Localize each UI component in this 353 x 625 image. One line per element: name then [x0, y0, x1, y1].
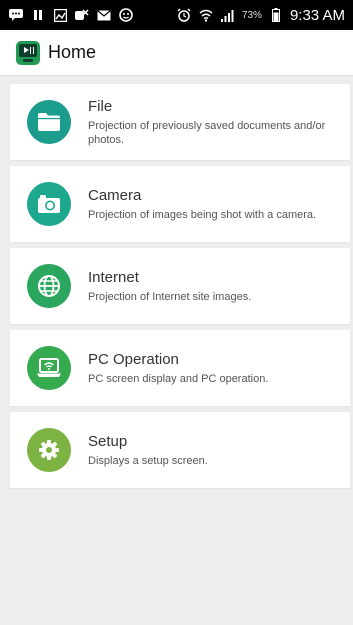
menu-title-pc-operation: PC Operation	[88, 350, 179, 368]
globe-icon	[27, 264, 71, 308]
home-menu: File Projection of previously saved docu…	[10, 84, 350, 494]
message-icon	[8, 7, 24, 23]
menu-desc-camera: Projection of images being shot with a c…	[88, 208, 317, 221]
laptop-wifi-icon	[27, 346, 71, 390]
battery-icon	[268, 7, 284, 23]
menu-desc-internet: Projection of Internet site images.	[88, 290, 252, 303]
signal-icon	[220, 7, 236, 23]
menu-title-internet: Internet	[88, 268, 139, 286]
menu-text-pc-operation: PC Operation PC screen display and PC op…	[88, 351, 350, 386]
camera-icon	[27, 182, 71, 226]
menu-item-file[interactable]: File Projection of previously saved docu…	[10, 84, 350, 161]
clock: 9:33 AM	[289, 6, 345, 24]
menu-text-camera: Camera Projection of images being shot w…	[88, 187, 350, 222]
menu-title-file: File	[88, 97, 113, 115]
gear-icon	[27, 428, 71, 472]
menu-item-pc-operation[interactable]: PC Operation PC screen display and PC op…	[10, 330, 350, 407]
page-title: Home	[48, 42, 97, 62]
menu-item-camera[interactable]: Camera Projection of images being shot w…	[10, 166, 350, 243]
face-icon	[118, 7, 134, 23]
status-bar: 73% 9:33 AM	[0, 0, 353, 30]
menu-title-setup: Setup	[88, 432, 128, 450]
status-right-icons: 73% 9:33 AM	[176, 7, 345, 24]
gallery-icon	[52, 7, 68, 23]
menu-title-camera: Camera	[88, 186, 142, 204]
wifi-icon	[198, 7, 214, 23]
menu-text-file: File Projection of previously saved docu…	[88, 98, 350, 147]
menu-text-setup: Setup Displays a setup screen.	[88, 433, 350, 468]
missed-call-icon	[74, 7, 90, 23]
folder-icon	[27, 100, 71, 144]
menu-item-setup[interactable]: Setup Displays a setup screen.	[10, 412, 350, 489]
menu-desc-file: Projection of previously saved documents…	[88, 119, 326, 146]
alarm-icon	[176, 7, 192, 23]
menu-text-internet: Internet Projection of Internet site ima…	[88, 269, 350, 304]
projector-app-icon	[16, 40, 40, 65]
pause-icon	[30, 7, 46, 23]
menu-desc-pc-operation: PC screen display and PC operation.	[88, 372, 269, 385]
mail-icon	[96, 7, 112, 23]
battery-percent: 73%	[241, 9, 262, 21]
status-left-icons	[8, 7, 176, 23]
menu-item-internet[interactable]: Internet Projection of Internet site ima…	[10, 248, 350, 325]
app-bar: Home	[0, 30, 353, 76]
menu-desc-setup: Displays a setup screen.	[88, 454, 208, 467]
